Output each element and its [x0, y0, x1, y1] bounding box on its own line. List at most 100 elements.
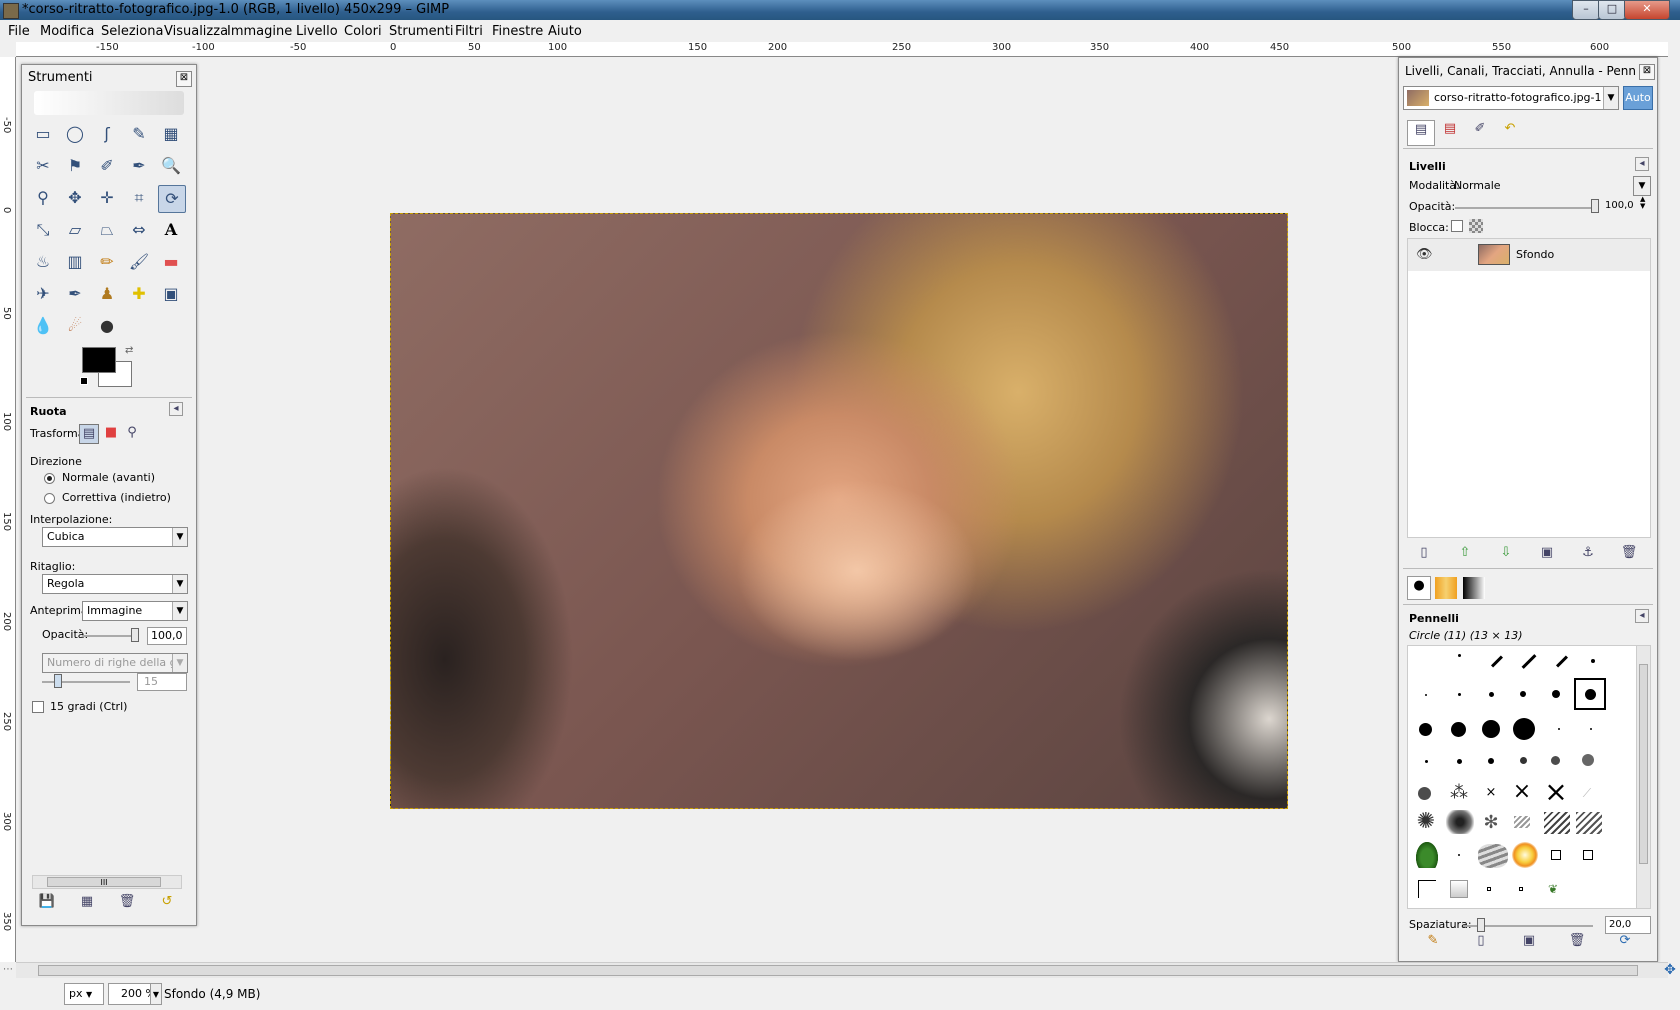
brushes-menu-icon[interactable]: ◂: [1635, 609, 1649, 623]
restore-options-icon[interactable]: ▦: [78, 893, 96, 911]
transform-path-icon[interactable]: ⚲: [123, 424, 141, 442]
menu-file[interactable]: File: [8, 24, 30, 39]
layer-visibility-eye-icon[interactable]: 👁: [1416, 247, 1433, 263]
bucket-fill-tool[interactable]: ♨: [30, 249, 56, 275]
brush-item[interactable]: [1425, 694, 1427, 696]
brush-item[interactable]: [1418, 880, 1436, 898]
grid-count-slider-handle[interactable]: [54, 674, 62, 688]
brush-item[interactable]: [1512, 842, 1538, 868]
reset-options-icon[interactable]: ↺: [158, 893, 176, 911]
perspective-tool[interactable]: ⏢: [94, 217, 120, 243]
delete-brush-icon[interactable]: 🗑: [1568, 932, 1586, 950]
minimize-button[interactable]: –: [1572, 0, 1600, 20]
patterns-tab-icon[interactable]: [1435, 577, 1457, 599]
brush-item[interactable]: [1482, 720, 1500, 738]
free-select-tool[interactable]: ʃ: [94, 121, 120, 147]
brush-item[interactable]: ⟋: [1580, 786, 1594, 800]
layer-name[interactable]: Sfondo: [1516, 248, 1554, 261]
layers-tab-icon[interactable]: ▤: [1407, 120, 1435, 146]
menu-seleziona[interactable]: Seleziona: [101, 24, 163, 39]
menu-colori[interactable]: Colori: [344, 24, 382, 39]
foreground-color-swatch[interactable]: [82, 347, 116, 373]
brush-item[interactable]: [1558, 728, 1560, 730]
delete-options-icon[interactable]: 🗑: [118, 893, 136, 911]
brush-item[interactable]: [1451, 722, 1466, 737]
brush-item[interactable]: [1590, 728, 1592, 730]
brush-item[interactable]: [1458, 854, 1460, 856]
smudge-tool[interactable]: ☄: [62, 313, 88, 339]
image-selector[interactable]: corso-ritratto-fotografico.jpg-1 ▼: [1403, 86, 1619, 110]
brush-item[interactable]: [1425, 760, 1428, 763]
rotate-tool[interactable]: ⟳: [158, 185, 186, 213]
quick-mask-icon[interactable]: ⋯: [0, 962, 16, 978]
default-colors-icon[interactable]: [80, 377, 88, 385]
blur-tool[interactable]: 💧: [30, 313, 56, 339]
brush-item[interactable]: ×: [1484, 786, 1498, 800]
eraser-tool[interactable]: ▬: [158, 249, 184, 275]
brush-item[interactable]: [1520, 691, 1526, 697]
select-by-color-tool[interactable]: ▦: [158, 121, 184, 147]
gradients-tab-icon[interactable]: [1463, 577, 1485, 599]
lower-layer-icon[interactable]: ⇩: [1497, 544, 1515, 562]
brush-item[interactable]: [1583, 850, 1593, 860]
foreground-select-tool[interactable]: ⚑: [62, 153, 88, 179]
spacing-slider-handle[interactable]: [1477, 918, 1485, 932]
brush-item[interactable]: [1582, 754, 1594, 766]
brush-item[interactable]: ✻: [1480, 812, 1502, 834]
paths-tool[interactable]: ✐: [94, 153, 120, 179]
pencil-tool[interactable]: ✏: [94, 249, 120, 275]
layer-opacity-slider-handle[interactable]: [1591, 199, 1599, 213]
airbrush-tool[interactable]: ✈: [30, 281, 56, 307]
brush-item[interactable]: ×: [1544, 778, 1568, 806]
brush-item[interactable]: [1478, 844, 1508, 868]
preview-select[interactable]: Immagine ▼: [82, 601, 188, 621]
color-picker-tool[interactable]: ✒: [126, 153, 152, 179]
delete-layer-icon[interactable]: 🗑: [1620, 544, 1638, 562]
menu-filtri[interactable]: Filtri: [455, 24, 483, 39]
brush-item[interactable]: [1544, 812, 1570, 834]
brush-item[interactable]: [1520, 757, 1527, 764]
refresh-brushes-icon[interactable]: ⟳: [1616, 932, 1634, 950]
brush-item[interactable]: [1521, 654, 1537, 669]
scale-tool[interactable]: ⤡: [30, 217, 56, 243]
brushes-tab-icon[interactable]: ●: [1407, 576, 1431, 600]
raise-layer-icon[interactable]: ⇧: [1456, 544, 1474, 562]
direction-corrective-radio[interactable]: [44, 493, 55, 504]
portrait-photo[interactable]: [390, 213, 1288, 809]
new-brush-icon[interactable]: ▯: [1472, 932, 1490, 950]
paths-tab-icon[interactable]: ✐: [1467, 120, 1493, 144]
clipping-select[interactable]: Regola ▼: [42, 574, 188, 594]
save-options-icon[interactable]: 💾: [38, 893, 56, 911]
dodge-burn-tool[interactable]: ●: [94, 313, 120, 339]
mode-select[interactable]: ▼: [1633, 176, 1651, 196]
menu-visualizza[interactable]: Visualizza: [164, 24, 228, 39]
direction-normal-radio[interactable]: [44, 473, 55, 484]
move-tool[interactable]: ✥: [62, 185, 88, 211]
grid-count-input[interactable]: 15: [137, 673, 187, 691]
duplicate-layer-icon[interactable]: ▣: [1538, 544, 1556, 562]
channels-tab-icon[interactable]: ▤: [1437, 120, 1463, 144]
brush-item[interactable]: [1450, 880, 1468, 898]
shear-tool[interactable]: ▱: [62, 217, 88, 243]
auto-button[interactable]: Auto: [1623, 86, 1653, 110]
chevron-down-icon[interactable]: ▼: [150, 983, 162, 1005]
brush-item[interactable]: [1489, 692, 1494, 697]
flip-tool[interactable]: ⇔: [126, 217, 152, 243]
brush-item[interactable]: [1458, 693, 1461, 696]
brush-item[interactable]: [1551, 850, 1561, 860]
brush-item[interactable]: ×: [1512, 781, 1532, 803]
rect-select-tool[interactable]: ▭: [30, 121, 56, 147]
zoom-tool[interactable]: 🔍: [158, 153, 184, 179]
brush-item[interactable]: [1487, 887, 1491, 891]
brush-item[interactable]: [1490, 655, 1504, 668]
brush-item[interactable]: ✺: [1414, 810, 1438, 834]
navigate-icon[interactable]: ✥: [1660, 960, 1680, 980]
brush-item[interactable]: ❦: [1548, 882, 1570, 896]
menu-livello[interactable]: Livello: [296, 24, 338, 39]
brush-item[interactable]: [1514, 816, 1530, 828]
brush-item[interactable]: [1488, 758, 1494, 764]
tool-options-menu-icon[interactable]: ◂: [169, 402, 183, 416]
perspective-clone-tool[interactable]: ▣: [158, 281, 184, 307]
preview-opacity-slider-track[interactable]: [82, 635, 136, 637]
menu-strumenti[interactable]: Strumenti: [389, 24, 454, 39]
